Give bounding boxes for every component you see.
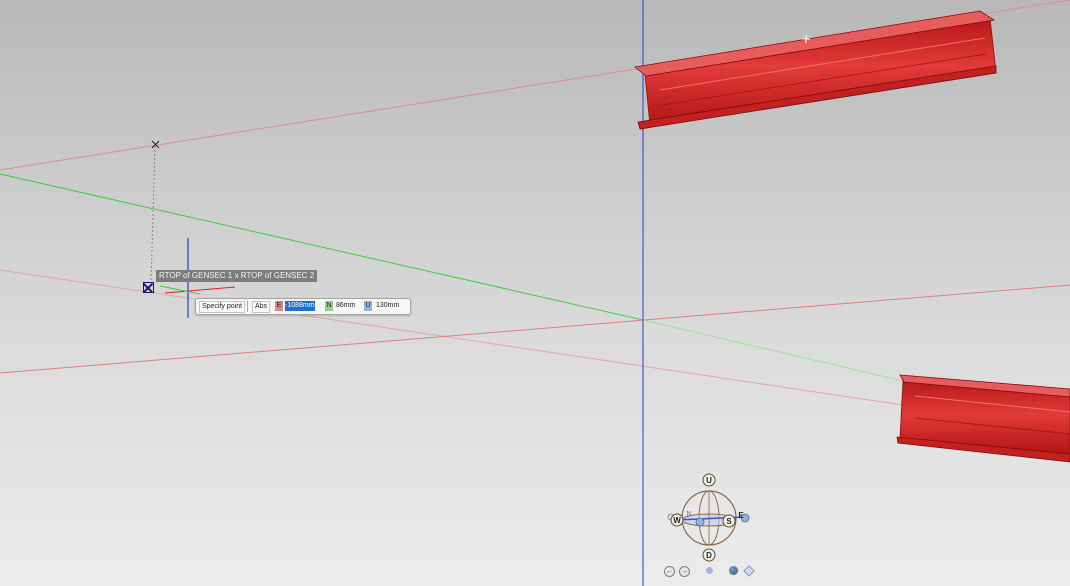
construction-line-red-lower <box>0 284 1070 374</box>
svg-text:S: S <box>726 517 732 526</box>
globe-icon[interactable] <box>729 566 738 575</box>
input-bar-divider <box>247 301 248 312</box>
steel-beam-2[interactable] <box>896 374 1070 463</box>
svg-text:W: W <box>673 516 681 525</box>
view-compass[interactable]: U D W S E N <box>667 473 750 562</box>
back-arrow-icon[interactable]: ← <box>664 566 675 577</box>
compass-east-label[interactable]: E <box>738 511 744 520</box>
up-tag: U <box>364 301 372 311</box>
north-value-input[interactable]: 86mm <box>336 301 362 311</box>
snap-point-marker-icon <box>143 282 154 293</box>
specify-point-button[interactable]: Specify point <box>199 301 245 313</box>
svg-text:D: D <box>706 551 712 560</box>
compass-north-label[interactable]: N <box>686 511 691 518</box>
view-dot-icon[interactable] <box>706 567 713 574</box>
forward-arrow-icon[interactable]: → <box>679 566 690 577</box>
snap-tooltip: RTOP of GENSEC 1 x RTOP of GENSEC 2 <box>156 270 318 282</box>
compass-west-button[interactable]: W <box>670 513 684 527</box>
cursor-crosshair-red <box>164 286 236 294</box>
east-tag: E <box>275 301 283 311</box>
compass-up-button[interactable]: U <box>702 473 716 487</box>
up-value-input[interactable]: 130mm <box>376 301 404 311</box>
north-tag: N <box>325 301 333 311</box>
compass-down-button[interactable]: D <box>702 548 716 562</box>
3d-viewport[interactable]: U D W S E N <box>0 0 1070 586</box>
east-value-input[interactable]: -1088mm <box>285 301 315 311</box>
steel-beam-1[interactable] <box>634 10 997 130</box>
svg-text:U: U <box>706 476 712 485</box>
coordinate-input-bar: Specify point Abs E -1088mm N 86mm U 130… <box>195 298 411 315</box>
absolute-mode-button[interactable]: Abs <box>252 301 270 313</box>
guide-line-dotted <box>150 145 156 284</box>
compass-south-button[interactable]: S <box>722 514 736 528</box>
